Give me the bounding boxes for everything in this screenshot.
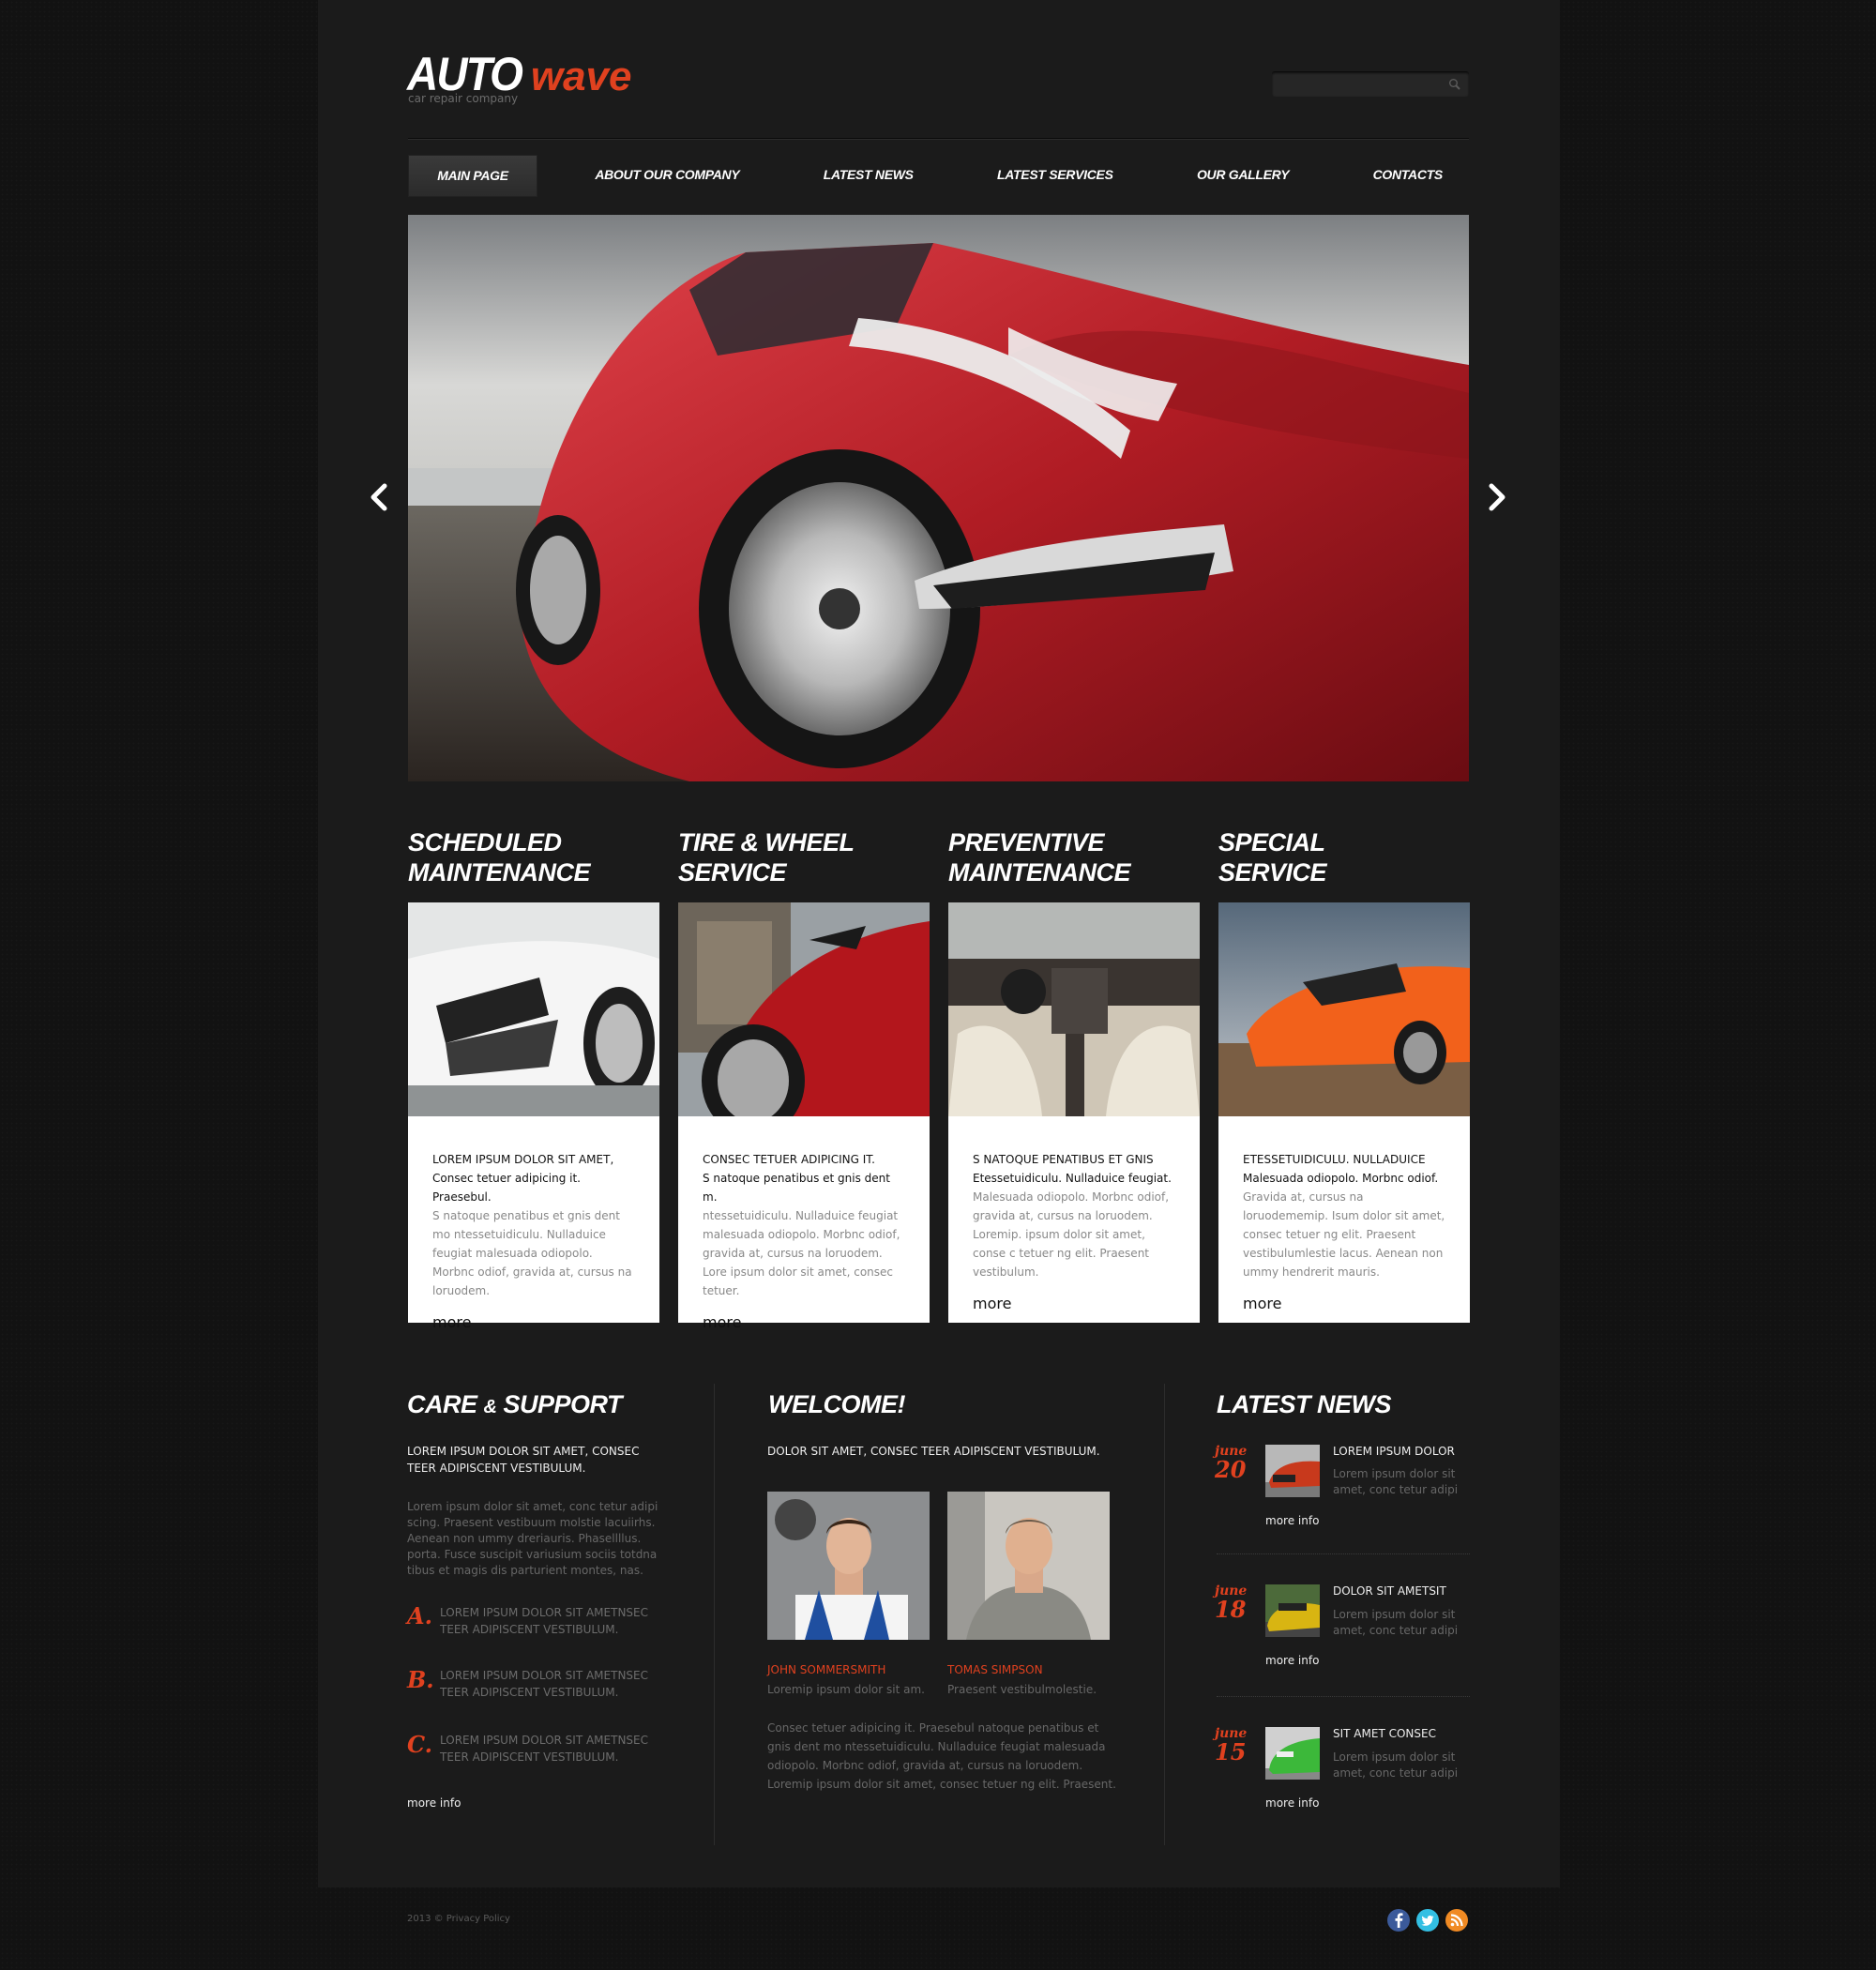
care-support-title: CARE & SUPPORT — [407, 1390, 623, 1418]
slider-next-icon[interactable] — [1482, 478, 1510, 516]
service-more-link[interactable]: more — [432, 1313, 471, 1331]
service-image[interactable] — [678, 902, 930, 1116]
nav-main-page[interactable]: MAIN PAGE — [408, 155, 537, 197]
service-title: TIRE & WHEEL SERVICE — [678, 828, 855, 886]
service-card: PREVENTIVE MAINTENANCE S NATOQUE PENATIBU… — [948, 827, 1200, 1323]
news-item-text: Lorem ipsum dolor sit amet, conc tetur a… — [1333, 1467, 1459, 1496]
service-card: TIRE & WHEEL SERVICE CONSEC TETUER ADIPIC… — [678, 827, 930, 1331]
column-divider — [1164, 1384, 1165, 1845]
news-item-title[interactable]: DOLOR SIT AMETSIT — [1333, 1584, 1446, 1598]
nav-our-gallery[interactable]: OUR GALLERY — [1171, 155, 1315, 195]
news-thumbnail[interactable] — [1265, 1584, 1320, 1637]
logo-accent: wave — [530, 53, 632, 99]
care-intro: LOREM IPSUM DOLOR SIT AMET, CONSEC TEER … — [407, 1445, 640, 1475]
person-text: Praesent vestibulmolestie. — [947, 1683, 1097, 1696]
service-subheading: Consec tetuer adipicing it. Praesebul. — [432, 1172, 581, 1204]
news-divider — [1217, 1696, 1470, 1697]
search-box — [1272, 71, 1469, 97]
service-heading: ETESSETUIDICULU. NULLADUICE — [1243, 1153, 1426, 1166]
service-heading: LOREM IPSUM DOLOR SIT AMET, — [432, 1153, 614, 1166]
tagline: car repair company — [408, 92, 519, 105]
news-day: 18 — [1215, 1596, 1247, 1623]
search-input[interactable] — [1272, 72, 1446, 97]
service-card: SCHEDULED MAINTENANCE LOREM IPSUM DOLOR S… — [408, 827, 659, 1331]
person-text: Loremip ipsum dolor sit am. — [767, 1683, 925, 1696]
nav-contacts[interactable]: CONTACTS — [1347, 155, 1469, 195]
care-list-item: LOREM IPSUM DOLOR SIT AMETNSEC TEER ADIP… — [440, 1606, 649, 1636]
hero-slider[interactable] — [408, 215, 1469, 781]
service-more-link[interactable]: more — [703, 1313, 741, 1331]
service-title: SCHEDULED MAINTENANCE — [408, 828, 591, 886]
service-more-link[interactable]: more — [1243, 1295, 1281, 1312]
service-subheading: Etessetuidiculu. Nulladuice feugiat. — [973, 1172, 1172, 1185]
column-divider — [714, 1384, 715, 1845]
nav-latest-news[interactable]: LATEST NEWS — [797, 155, 940, 195]
slider-prev-icon[interactable] — [366, 478, 394, 516]
service-image[interactable] — [948, 902, 1200, 1116]
news-day: 20 — [1215, 1456, 1247, 1483]
news-item-title[interactable]: SIT AMET CONSEC — [1333, 1727, 1436, 1740]
list-letter-b: B. — [407, 1666, 434, 1693]
nav-latest-services[interactable]: LATEST SERVICES — [971, 155, 1140, 195]
welcome-text: Consec tetuer adipicing it. Praesebul na… — [767, 1721, 1116, 1791]
welcome-title: WELCOME! — [768, 1390, 905, 1418]
news-date: june 18 — [1215, 1584, 1247, 1622]
service-body: CONSEC TETUER ADIPICING IT. S natoque pe… — [678, 1116, 930, 1331]
service-heading: CONSEC TETUER ADIPICING IT. — [703, 1153, 875, 1166]
service-subheading: S natoque penatibus et gnis dent m. — [703, 1172, 890, 1204]
news-date: june 15 — [1215, 1727, 1247, 1765]
care-list-item: LOREM IPSUM DOLOR SIT AMETNSEC TEER ADIP… — [440, 1669, 649, 1699]
service-text: Gravida at, cursus na loruodememip. Isum… — [1243, 1190, 1445, 1279]
service-text: ntessetuidiculu. Nulladuice feugiat male… — [703, 1209, 900, 1297]
service-text: S natoque penatibus et gnis dent mo ntes… — [432, 1209, 632, 1297]
list-letter-a: A. — [407, 1602, 432, 1629]
main-nav: MAIN PAGE ABOUT OUR COMPANY LATEST NEWS … — [408, 155, 1469, 197]
service-image[interactable] — [408, 902, 659, 1116]
service-more-link[interactable]: more — [973, 1295, 1011, 1312]
footer-copyright[interactable]: 2013 © Privacy Policy — [407, 1914, 510, 1924]
rss-icon[interactable] — [1445, 1909, 1468, 1932]
news-item-text: Lorem ipsum dolor sit amet, conc tetur a… — [1333, 1750, 1459, 1780]
person-photo[interactable] — [767, 1492, 930, 1640]
twitter-icon[interactable] — [1416, 1909, 1439, 1932]
news-divider — [1217, 1553, 1470, 1554]
care-list-item: LOREM IPSUM DOLOR SIT AMETNSEC TEER ADIP… — [440, 1734, 649, 1764]
service-image[interactable] — [1218, 902, 1470, 1116]
care-more-info-link[interactable]: more info — [407, 1796, 461, 1810]
service-title: PREVENTIVE MAINTENANCE — [948, 828, 1131, 886]
news-more-info-link[interactable]: more info — [1265, 1514, 1319, 1527]
person-name[interactable]: JOHN SOMMERSMITH — [767, 1663, 885, 1676]
hero-image — [408, 215, 1469, 781]
service-body: ETESSETUIDICULU. NULLADUICE Malesuada od… — [1218, 1116, 1470, 1323]
nav-about-our-company[interactable]: ABOUT OUR COMPANY — [568, 155, 765, 195]
latest-news-title: LATEST NEWS — [1217, 1390, 1392, 1418]
news-day: 15 — [1215, 1738, 1247, 1765]
facebook-icon[interactable] — [1387, 1909, 1410, 1932]
service-card: SPECIAL SERVICE ETESSETUIDICULU. NULLADUI… — [1218, 827, 1470, 1323]
service-text: Malesuada odiopolo. Morbnc odiof, gravid… — [973, 1190, 1170, 1279]
service-body: S NATOQUE PENATIBUS ET GNIS Etessetuidic… — [948, 1116, 1200, 1323]
list-letter-c: C. — [407, 1731, 433, 1758]
news-more-info-link[interactable]: more info — [1265, 1654, 1319, 1667]
service-title: SPECIAL SERVICE — [1218, 828, 1327, 886]
service-subheading: Malesuada odiopolo. Morbnc odiof. — [1243, 1172, 1439, 1185]
news-more-info-link[interactable]: more info — [1265, 1796, 1319, 1810]
news-thumbnail[interactable] — [1265, 1727, 1320, 1780]
news-item-title[interactable]: LOREM IPSUM DOLOR — [1333, 1445, 1455, 1458]
care-text: Lorem ipsum dolor sit amet, conc tetur a… — [407, 1500, 658, 1577]
service-body: LOREM IPSUM DOLOR SIT AMET, Consec tetue… — [408, 1116, 659, 1331]
welcome-intro: DOLOR SIT AMET, CONSEC TEER ADIPISCENT V… — [767, 1445, 1100, 1458]
news-date: june 20 — [1215, 1445, 1247, 1482]
header-divider — [408, 138, 1469, 140]
service-heading: S NATOQUE PENATIBUS ET GNIS — [973, 1153, 1154, 1166]
news-thumbnail[interactable] — [1265, 1445, 1320, 1497]
person-photo[interactable] — [947, 1492, 1110, 1640]
search-icon[interactable] — [1448, 78, 1461, 91]
news-item-text: Lorem ipsum dolor sit amet, conc tetur a… — [1333, 1608, 1459, 1637]
person-name[interactable]: TOMAS SIMPSON — [947, 1663, 1043, 1676]
